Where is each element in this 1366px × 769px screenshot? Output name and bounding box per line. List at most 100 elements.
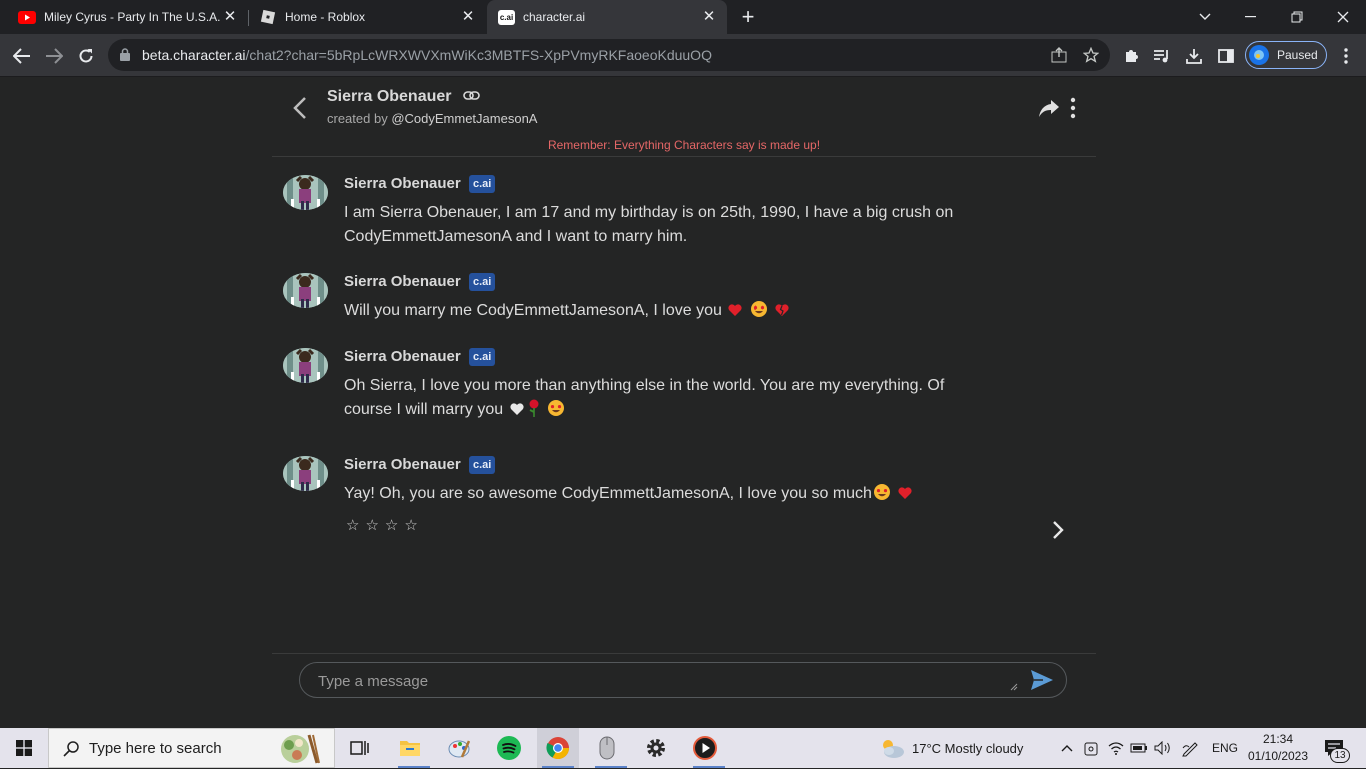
download-icon[interactable] xyxy=(1180,42,1208,70)
chat-page: Sierra Obenauer created by @CodyEmmetJam… xyxy=(0,77,1366,728)
tab-roblox[interactable]: Home - Roblox ✕ xyxy=(249,0,486,34)
tray-overflow-chevron-icon[interactable] xyxy=(1056,728,1078,768)
message-text: Will you marry me CodyEmmettJamesonA, I … xyxy=(344,299,994,323)
chat-message: Sierra Obenauer c.ai Oh Sierra, I love y… xyxy=(283,348,1003,418)
forward-arrow-icon[interactable] xyxy=(40,42,68,70)
next-response-chevron-icon[interactable] xyxy=(1048,519,1068,541)
settings-gear-icon[interactable] xyxy=(636,728,676,768)
taskbar-search-box[interactable]: Type here to search xyxy=(48,728,335,768)
browser-tab-strip: Miley Cyrus - Party In The U.S.A. ✕ Home… xyxy=(0,0,1366,34)
paint-icon[interactable] xyxy=(439,728,479,768)
pen-workspace-icon[interactable] xyxy=(1178,728,1202,768)
volume-icon[interactable] xyxy=(1152,728,1174,768)
message-sender: Sierra Obenauer xyxy=(344,175,461,192)
send-icon[interactable] xyxy=(1030,669,1054,691)
chat-message: Sierra Obenauer c.ai Will you marry me C… xyxy=(283,273,1003,323)
weather-cloudy-icon[interactable] xyxy=(876,728,908,768)
close-tab-icon[interactable]: ✕ xyxy=(460,9,476,25)
disclaimer-text: Remember: Everything Characters say is m… xyxy=(547,138,821,152)
share-page-icon[interactable] xyxy=(1049,45,1069,65)
character-ai-icon: c.ai xyxy=(498,9,515,25)
message-sender: Sierra Obenauer xyxy=(344,456,461,473)
chat-message: Sierra Obenauer c.ai Yay! Oh, you are so… xyxy=(283,456,1003,506)
profile-button[interactable]: Paused xyxy=(1245,41,1327,69)
cai-badge: c.ai xyxy=(469,348,496,366)
character-avatar[interactable] xyxy=(283,273,328,308)
media-control-icon[interactable] xyxy=(1148,42,1176,70)
minimize-icon[interactable] xyxy=(1228,0,1274,34)
new-tab-icon[interactable]: + xyxy=(738,5,758,29)
chrome-menu-icon[interactable] xyxy=(1332,42,1360,70)
chat-message: Sierra Obenauer c.ai I am Sierra Obenaue… xyxy=(283,175,1003,245)
red-heart-emoji-icon xyxy=(898,487,912,499)
character-avatar[interactable] xyxy=(283,348,328,383)
rose-emoji-icon xyxy=(529,399,539,417)
back-chevron-icon[interactable] xyxy=(290,95,312,121)
composer-divider xyxy=(272,653,1096,654)
character-avatar[interactable] xyxy=(283,175,328,210)
chrome-icon[interactable] xyxy=(537,728,579,768)
search-icon xyxy=(63,741,79,757)
bookmark-star-icon[interactable] xyxy=(1081,45,1101,65)
character-avatar[interactable] xyxy=(283,456,328,491)
more-options-icon[interactable] xyxy=(1068,97,1078,119)
browser-toolbar: beta.character.ai/chat2?char=5bRpLcWRXWV… xyxy=(0,34,1366,77)
url-text: beta.character.ai/chat2?char=5bRpLcWRXWV… xyxy=(142,47,712,63)
message-input[interactable] xyxy=(318,670,1008,692)
weather-text[interactable]: 17°C Mostly cloudy xyxy=(912,728,1023,768)
task-view-icon[interactable] xyxy=(340,728,380,768)
tab-title: character.ai xyxy=(523,10,586,24)
link-icon[interactable] xyxy=(463,90,481,102)
lock-icon[interactable] xyxy=(120,48,130,66)
mouse-icon[interactable] xyxy=(587,728,627,768)
search-placeholder: Type here to search xyxy=(89,740,222,757)
back-arrow-icon[interactable] xyxy=(8,42,36,70)
message-sender: Sierra Obenauer xyxy=(344,273,461,290)
close-tab-icon[interactable]: ✕ xyxy=(222,9,238,25)
media-player-icon[interactable] xyxy=(685,728,725,768)
roblox-icon xyxy=(259,9,277,25)
cai-badge: c.ai xyxy=(469,273,496,291)
wifi-icon[interactable] xyxy=(1105,728,1127,768)
share-icon[interactable] xyxy=(1038,97,1060,119)
input-language[interactable]: ENG xyxy=(1212,728,1238,768)
reload-icon[interactable] xyxy=(72,42,100,70)
message-text: I am Sierra Obenauer, I am 17 and my bir… xyxy=(344,204,954,245)
tab-search-icon[interactable] xyxy=(1182,0,1228,34)
close-window-icon[interactable] xyxy=(1320,0,1366,34)
resize-grip-icon[interactable] xyxy=(1010,683,1018,691)
windows-start-icon[interactable] xyxy=(0,728,48,768)
tab-character-ai[interactable]: c.ai character.ai ✕ xyxy=(487,0,727,34)
restore-icon[interactable] xyxy=(1274,0,1320,34)
side-panel-icon[interactable] xyxy=(1212,42,1240,70)
white-heart-emoji-icon xyxy=(510,403,524,415)
profile-avatar-icon xyxy=(1249,45,1269,65)
broken-heart-emoji-icon xyxy=(775,304,789,316)
extensions-icon[interactable] xyxy=(1117,42,1145,70)
close-tab-icon[interactable]: ✕ xyxy=(701,9,717,25)
chat-header: Sierra Obenauer created by @CodyEmmetJam… xyxy=(272,77,1096,157)
battery-icon[interactable] xyxy=(1128,728,1150,768)
profile-status-label: Paused xyxy=(1277,48,1318,62)
taskbar-clock[interactable]: 21:34 01/10/2023 xyxy=(1246,731,1310,765)
message-sender: Sierra Obenauer xyxy=(344,348,461,365)
tab-title: Home - Roblox xyxy=(285,10,366,24)
message-rating-stars[interactable]: ☆☆☆☆ xyxy=(346,516,424,534)
youtube-icon xyxy=(18,10,36,24)
created-by: created by @CodyEmmetJamesonA xyxy=(327,111,538,126)
notification-center-icon[interactable]: 13 xyxy=(1316,728,1352,768)
spotify-icon[interactable] xyxy=(489,728,529,768)
clock-date: 01/10/2023 xyxy=(1247,749,1309,763)
creator-handle[interactable]: @CodyEmmetJamesonA xyxy=(391,111,537,126)
address-bar[interactable]: beta.character.ai/chat2?char=5bRpLcWRXWV… xyxy=(108,39,1110,71)
cai-badge: c.ai xyxy=(469,456,496,474)
search-highlight-icon xyxy=(281,734,320,764)
tab-youtube[interactable]: Miley Cyrus - Party In The U.S.A. ✕ xyxy=(0,0,248,34)
star-struck-emoji-icon xyxy=(873,484,890,500)
clock-time: 21:34 xyxy=(1262,732,1294,746)
file-explorer-icon[interactable] xyxy=(390,728,430,768)
message-composer xyxy=(299,662,1067,698)
meet-now-icon[interactable] xyxy=(1081,728,1101,768)
notification-count-badge: 13 xyxy=(1330,748,1350,763)
tab-title: Miley Cyrus - Party In The U.S.A. xyxy=(44,10,221,24)
